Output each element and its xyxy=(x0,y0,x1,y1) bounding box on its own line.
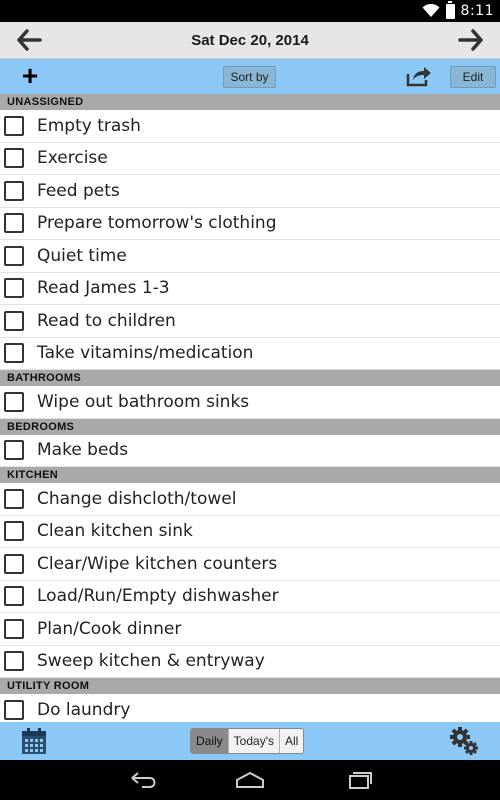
task-checkbox[interactable] xyxy=(4,148,24,169)
task-checkbox[interactable] xyxy=(4,586,24,607)
arrow-right-icon[interactable] xyxy=(458,28,484,52)
task-row[interactable]: Prepare tomorrow's clothing xyxy=(0,208,500,240)
status-icons: 8:11 xyxy=(422,0,494,19)
task-label: Read to children xyxy=(37,310,176,331)
task-label: Change dishcloth/towel xyxy=(37,488,237,509)
task-row[interactable]: Exercise xyxy=(0,143,500,175)
task-label: Prepare tomorrow's clothing xyxy=(37,213,277,234)
task-label: Wipe out bathroom sinks xyxy=(37,391,250,412)
section-header: UNASSIGNED xyxy=(0,94,500,110)
task-row[interactable]: Do laundry xyxy=(0,694,500,722)
recent-apps-icon[interactable] xyxy=(342,769,374,791)
task-checkbox[interactable] xyxy=(4,488,24,509)
section-header: UTILITY ROOM xyxy=(0,678,500,694)
back-icon[interactable] xyxy=(128,769,160,791)
sort-by-button[interactable]: Sort by xyxy=(223,66,276,88)
task-label: Read James 1-3 xyxy=(37,278,170,299)
bottom-bar: Daily Today's All xyxy=(0,722,500,760)
edit-button[interactable]: Edit xyxy=(450,66,496,88)
section-header: BATHROOMS xyxy=(0,370,500,386)
task-checkbox[interactable] xyxy=(4,700,24,721)
task-label: Sweep kitchen & entryway xyxy=(37,651,265,672)
section-header: BEDROOMS xyxy=(0,418,500,435)
task-checkbox[interactable] xyxy=(4,310,24,331)
toolbar: + Sort by Edit xyxy=(0,59,500,94)
filter-todays[interactable]: Today's xyxy=(229,729,280,753)
task-checkbox[interactable] xyxy=(4,180,24,201)
plus-icon[interactable]: + xyxy=(18,62,42,90)
task-row[interactable]: Read to children xyxy=(0,305,500,338)
task-checkbox[interactable] xyxy=(4,651,24,672)
battery-icon xyxy=(445,0,455,19)
task-row[interactable]: Read James 1-3 xyxy=(0,273,500,305)
task-checkbox[interactable] xyxy=(4,245,24,266)
task-label: Do laundry xyxy=(37,700,131,721)
task-label: Feed pets xyxy=(37,180,120,201)
status-bar: 8:11 xyxy=(0,0,500,22)
wifi-icon xyxy=(422,4,440,18)
gear-icon[interactable] xyxy=(449,726,479,756)
task-checkbox[interactable] xyxy=(4,553,24,574)
date-header: Sat Dec 20, 2014 xyxy=(0,22,500,59)
task-label: Exercise xyxy=(37,148,108,169)
task-row[interactable]: Make beds xyxy=(0,435,500,467)
task-checkbox[interactable] xyxy=(4,521,24,542)
task-label: Clean kitchen sink xyxy=(37,521,193,542)
task-row[interactable]: Quiet time xyxy=(0,240,500,273)
task-label: Quiet time xyxy=(37,245,127,266)
task-row[interactable]: Take vitamins/medication xyxy=(0,338,500,370)
task-label: Clear/Wipe kitchen counters xyxy=(37,553,278,574)
task-row[interactable]: Wipe out bathroom sinks xyxy=(0,386,500,419)
task-checkbox[interactable] xyxy=(4,618,24,639)
task-row[interactable]: Clear/Wipe kitchen counters xyxy=(0,548,500,581)
task-row[interactable]: Empty trash xyxy=(0,110,500,143)
task-row[interactable]: Feed pets xyxy=(0,175,500,208)
task-label: Take vitamins/medication xyxy=(37,343,254,364)
task-label: Make beds xyxy=(37,440,129,461)
share-icon[interactable] xyxy=(405,64,433,88)
task-label: Empty trash xyxy=(37,115,141,136)
task-checkbox[interactable] xyxy=(4,391,24,412)
task-label: Plan/Cook dinner xyxy=(37,618,182,639)
task-checkbox[interactable] xyxy=(4,440,24,461)
task-row[interactable]: Load/Run/Empty dishwasher xyxy=(0,581,500,613)
home-icon[interactable] xyxy=(234,769,266,791)
task-row[interactable]: Change dishcloth/towel xyxy=(0,483,500,516)
task-list: UNASSIGNED Empty trash Exercise Feed pets Pr… xyxy=(0,94,500,722)
task-checkbox[interactable] xyxy=(4,343,24,364)
task-label: Load/Run/Empty dishwasher xyxy=(37,586,279,607)
status-clock: 8:11 xyxy=(460,3,494,19)
page-title: Sat Dec 20, 2014 xyxy=(191,32,309,49)
filter-daily[interactable]: Daily xyxy=(191,729,229,753)
task-checkbox[interactable] xyxy=(4,278,24,299)
system-nav-bar xyxy=(0,760,500,800)
task-row[interactable]: Plan/Cook dinner xyxy=(0,613,500,646)
task-checkbox[interactable] xyxy=(4,213,24,234)
section-header: KITCHEN xyxy=(0,467,500,483)
filter-segmented-control: Daily Today's All xyxy=(190,728,305,754)
task-row[interactable]: Sweep kitchen & entryway xyxy=(0,646,500,678)
task-row[interactable]: Clean kitchen sink xyxy=(0,516,500,548)
task-checkbox[interactable] xyxy=(4,115,24,136)
filter-all[interactable]: All xyxy=(280,729,303,753)
calendar-icon[interactable] xyxy=(21,727,47,755)
